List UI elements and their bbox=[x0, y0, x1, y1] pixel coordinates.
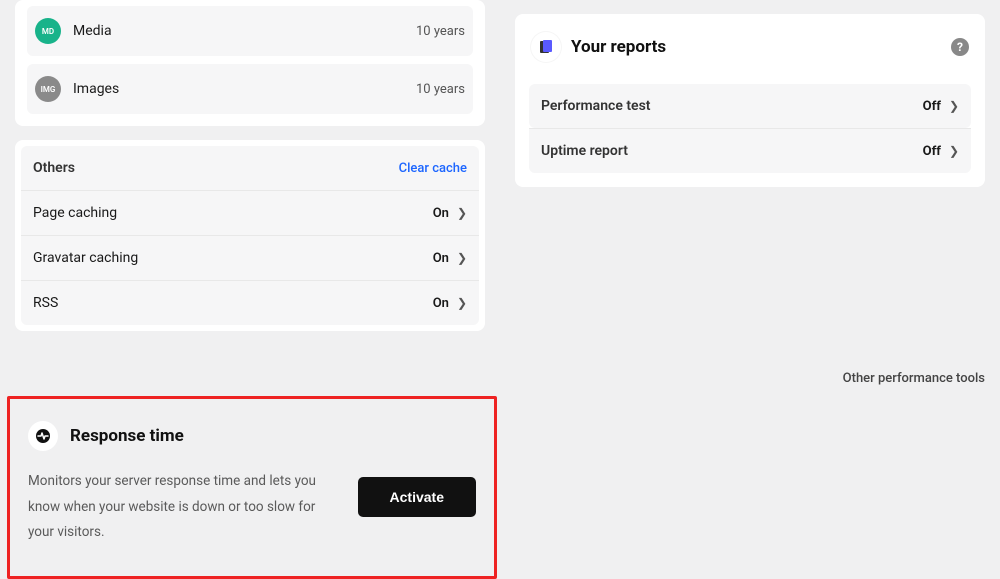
page-caching-value: On bbox=[433, 206, 449, 221]
media-label: Media bbox=[73, 23, 416, 39]
uptime-report-value: Off bbox=[923, 144, 941, 159]
other-performance-tools-label: Other performance tools bbox=[0, 331, 1000, 396]
response-time-title: Response time bbox=[70, 426, 184, 446]
setting-row-rss[interactable]: RSS On ❯ bbox=[21, 280, 479, 325]
media-icon: MD bbox=[35, 18, 61, 44]
response-time-card: Response time Monitors your server respo… bbox=[7, 396, 497, 579]
reports-title: Your reports bbox=[571, 37, 951, 57]
media-value: 10 years bbox=[416, 24, 465, 39]
response-time-description: Monitors your server response time and l… bbox=[28, 469, 332, 546]
images-label: Images bbox=[73, 81, 416, 97]
chevron-right-icon: ❯ bbox=[949, 144, 959, 158]
performance-test-label: Performance test bbox=[541, 98, 923, 114]
expiry-row-images: IMG Images 10 years bbox=[27, 64, 473, 114]
response-header: Response time bbox=[28, 421, 476, 451]
response-time-icon bbox=[28, 421, 58, 451]
rss-label: RSS bbox=[33, 295, 433, 311]
others-header: Others Clear cache bbox=[21, 146, 479, 190]
reports-icon bbox=[531, 32, 561, 62]
others-section: Others Clear cache Page caching On ❯ Gra… bbox=[15, 140, 485, 331]
report-row-performance-test[interactable]: Performance test Off ❯ bbox=[529, 84, 971, 128]
reports-card: Your reports ? Performance test Off ❯ Up… bbox=[515, 14, 985, 187]
reports-header: Your reports ? bbox=[529, 28, 971, 66]
performance-test-value: Off bbox=[923, 99, 941, 114]
expiry-row-media: MD Media 10 years bbox=[27, 6, 473, 56]
report-row-uptime-report[interactable]: Uptime report Off ❯ bbox=[529, 128, 971, 173]
chevron-right-icon: ❯ bbox=[457, 206, 467, 220]
setting-row-gravatar-caching[interactable]: Gravatar caching On ❯ bbox=[21, 235, 479, 280]
chevron-right-icon: ❯ bbox=[457, 296, 467, 310]
setting-row-page-caching[interactable]: Page caching On ❯ bbox=[21, 190, 479, 235]
page-caching-label: Page caching bbox=[33, 205, 433, 221]
uptime-report-label: Uptime report bbox=[541, 143, 923, 159]
gravatar-caching-value: On bbox=[433, 251, 449, 266]
images-icon: IMG bbox=[35, 76, 61, 102]
activate-button[interactable]: Activate bbox=[358, 477, 476, 517]
help-icon[interactable]: ? bbox=[951, 38, 969, 56]
gravatar-caching-label: Gravatar caching bbox=[33, 250, 433, 266]
clear-cache-link[interactable]: Clear cache bbox=[399, 161, 467, 176]
chevron-right-icon: ❯ bbox=[457, 251, 467, 265]
chevron-right-icon: ❯ bbox=[949, 99, 959, 113]
others-title: Others bbox=[33, 160, 399, 176]
expiry-section: MD Media 10 years IMG Images 10 years bbox=[15, 0, 485, 126]
rss-value: On bbox=[433, 296, 449, 311]
images-value: 10 years bbox=[416, 82, 465, 97]
